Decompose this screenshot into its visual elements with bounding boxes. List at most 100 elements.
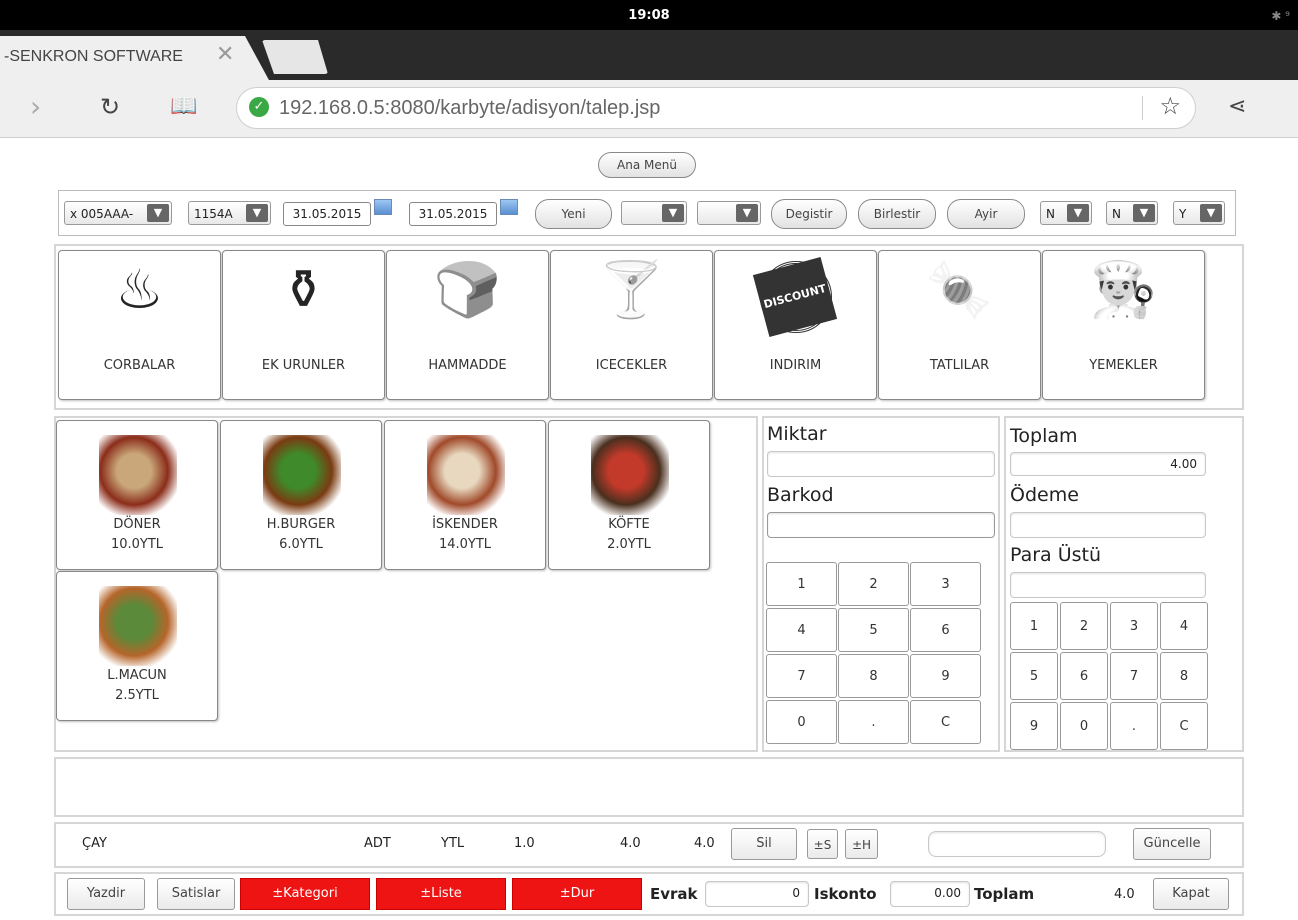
chevron-down-icon: ▼: [736, 204, 758, 222]
address-bar[interactable]: ✓ 192.168.0.5:8080/karbyte/adisyon/talep…: [236, 87, 1196, 129]
candies-icon: 🍬: [925, 258, 994, 321]
product-photo: [99, 586, 177, 666]
category-yemekler[interactable]: 👨‍🍳 YEMEKLER: [1042, 250, 1205, 400]
flag-select-1-value: N: [1046, 207, 1055, 221]
chef-icon: 👨‍🍳: [1089, 258, 1158, 321]
payment-key[interactable]: 5: [1010, 652, 1058, 700]
category-hammadde[interactable]: 🍞 HAMMADDE: [386, 250, 549, 400]
payment-key[interactable]: 0: [1060, 702, 1108, 750]
bookmarks-icon[interactable]: 📖: [170, 94, 197, 119]
plus-s-button[interactable]: ±S: [807, 829, 838, 859]
payment-key[interactable]: 7: [1110, 652, 1158, 700]
product-tile[interactable]: L.MACUN 2.5YTL: [56, 571, 218, 721]
footer-toplam-value: 4.0: [1114, 887, 1135, 902]
category-label: ICECEKLER: [595, 358, 668, 373]
iskonto-field[interactable]: 0.00: [890, 881, 970, 907]
ayir-button[interactable]: Ayir: [947, 199, 1025, 229]
miktar-input[interactable]: [767, 451, 995, 477]
entry-key[interactable]: .: [838, 700, 909, 744]
entry-key[interactable]: 0: [766, 700, 837, 744]
table-select[interactable]: x 005AAA- ▼: [64, 201, 172, 225]
payment-key[interactable]: C: [1160, 702, 1208, 750]
yazdir-button[interactable]: Yazdir: [67, 878, 145, 910]
payment-key[interactable]: 3: [1110, 602, 1158, 650]
flag-select-3[interactable]: Y ▼: [1173, 201, 1225, 225]
flag-select-2[interactable]: N ▼: [1106, 201, 1158, 225]
category-corbalar[interactable]: ♨ CORBALAR: [58, 250, 221, 400]
browser-tab[interactable]: -SENKRON SOFTWARE ✕: [0, 36, 270, 82]
entry-key[interactable]: 3: [910, 562, 981, 606]
barkod-input[interactable]: [767, 512, 995, 538]
category-indirim[interactable]: DISCOUNT INDIRIM: [714, 250, 877, 400]
empty-select-1[interactable]: ▼: [621, 201, 687, 225]
calendar-icon[interactable]: [500, 199, 518, 215]
satislar-button[interactable]: Satislar: [157, 878, 235, 910]
entry-key[interactable]: 1: [766, 562, 837, 606]
chevron-down-icon: ▼: [1133, 204, 1155, 222]
liste-toggle-button[interactable]: ±Liste: [376, 878, 506, 910]
payment-key[interactable]: .: [1110, 702, 1158, 750]
calendar-icon[interactable]: [374, 199, 392, 215]
category-icecekler[interactable]: 🍸 ICECEKLER: [550, 250, 713, 400]
flag-select-1[interactable]: N ▼: [1040, 201, 1092, 225]
payment-key[interactable]: 2: [1060, 602, 1108, 650]
close-icon[interactable]: ✕: [216, 42, 234, 67]
yeni-button[interactable]: Yeni: [535, 199, 612, 229]
entry-key[interactable]: 4: [766, 608, 837, 652]
note-input[interactable]: [928, 831, 1106, 857]
entry-key[interactable]: 8: [838, 654, 909, 698]
entry-key[interactable]: 6: [910, 608, 981, 652]
payment-key[interactable]: 4: [1160, 602, 1208, 650]
discount-stamp-icon: DISCOUNT: [753, 257, 838, 337]
category-label: HAMMADDE: [428, 358, 507, 373]
degistir-button[interactable]: Degistir: [771, 199, 847, 229]
code-select[interactable]: 1154A ▼: [188, 201, 271, 225]
status-bar: 19:08 ✱ ⁹: [0, 0, 1298, 30]
forward-icon[interactable]: ›: [30, 90, 41, 123]
para-ustu-field: [1010, 572, 1206, 598]
category-ek-urunler[interactable]: ⚱ EK URUNLER: [222, 250, 385, 400]
plus-h-button[interactable]: ±H: [845, 829, 878, 859]
payment-key[interactable]: 6: [1060, 652, 1108, 700]
product-name: KÖFTE: [608, 517, 650, 532]
odeme-label: Ödeme: [1010, 484, 1079, 506]
empty-select-2[interactable]: ▼: [697, 201, 761, 225]
odeme-input[interactable]: [1010, 512, 1206, 538]
sil-button[interactable]: Sil: [731, 828, 797, 860]
product-photo: [591, 435, 669, 515]
date-from-input[interactable]: 31.05.2015: [283, 202, 371, 226]
payment-key[interactable]: 9: [1010, 702, 1058, 750]
category-label: EK URUNLER: [261, 358, 346, 373]
toplam-label: Toplam: [1010, 425, 1078, 447]
payment-key[interactable]: 8: [1160, 652, 1208, 700]
order-total: 4.0: [694, 836, 715, 851]
product-tile[interactable]: KÖFTE 2.0YTL: [548, 420, 710, 570]
iskonto-label: Iskonto: [814, 885, 877, 903]
category-label: TATLILAR: [929, 358, 990, 373]
date-to-input[interactable]: 31.05.2015: [409, 202, 497, 226]
category-tatlilar[interactable]: 🍬 TATLILAR: [878, 250, 1041, 400]
birlestir-button[interactable]: Birlestir: [858, 199, 936, 229]
entry-key[interactable]: 2: [838, 562, 909, 606]
kapat-button[interactable]: Kapat: [1153, 878, 1229, 910]
guncelle-button[interactable]: Güncelle: [1133, 828, 1211, 860]
product-tile[interactable]: İSKENDER 14.0YTL: [384, 420, 546, 570]
evrak-field[interactable]: 0: [705, 881, 809, 907]
entry-key[interactable]: 5: [838, 608, 909, 652]
reload-icon[interactable]: ↻: [100, 93, 120, 121]
kategori-toggle-button[interactable]: ±Kategori: [240, 878, 370, 910]
dur-toggle-button[interactable]: ±Dur: [512, 878, 642, 910]
order-item-name: ÇAY: [82, 836, 107, 851]
star-icon[interactable]: ☆: [1159, 92, 1181, 120]
order-unit: ADT: [364, 836, 391, 851]
barkod-label: Barkod: [767, 484, 834, 506]
chevron-down-icon: ▼: [246, 204, 268, 222]
ana-menu-button[interactable]: Ana Menü: [598, 152, 696, 178]
entry-key[interactable]: 7: [766, 654, 837, 698]
payment-key[interactable]: 1: [1010, 602, 1058, 650]
entry-key[interactable]: 9: [910, 654, 981, 698]
share-icon[interactable]: ⋖: [1228, 94, 1246, 119]
product-tile[interactable]: DÖNER 10.0YTL: [56, 420, 218, 570]
product-tile[interactable]: H.BURGER 6.0YTL: [220, 420, 382, 570]
entry-key[interactable]: C: [910, 700, 981, 744]
